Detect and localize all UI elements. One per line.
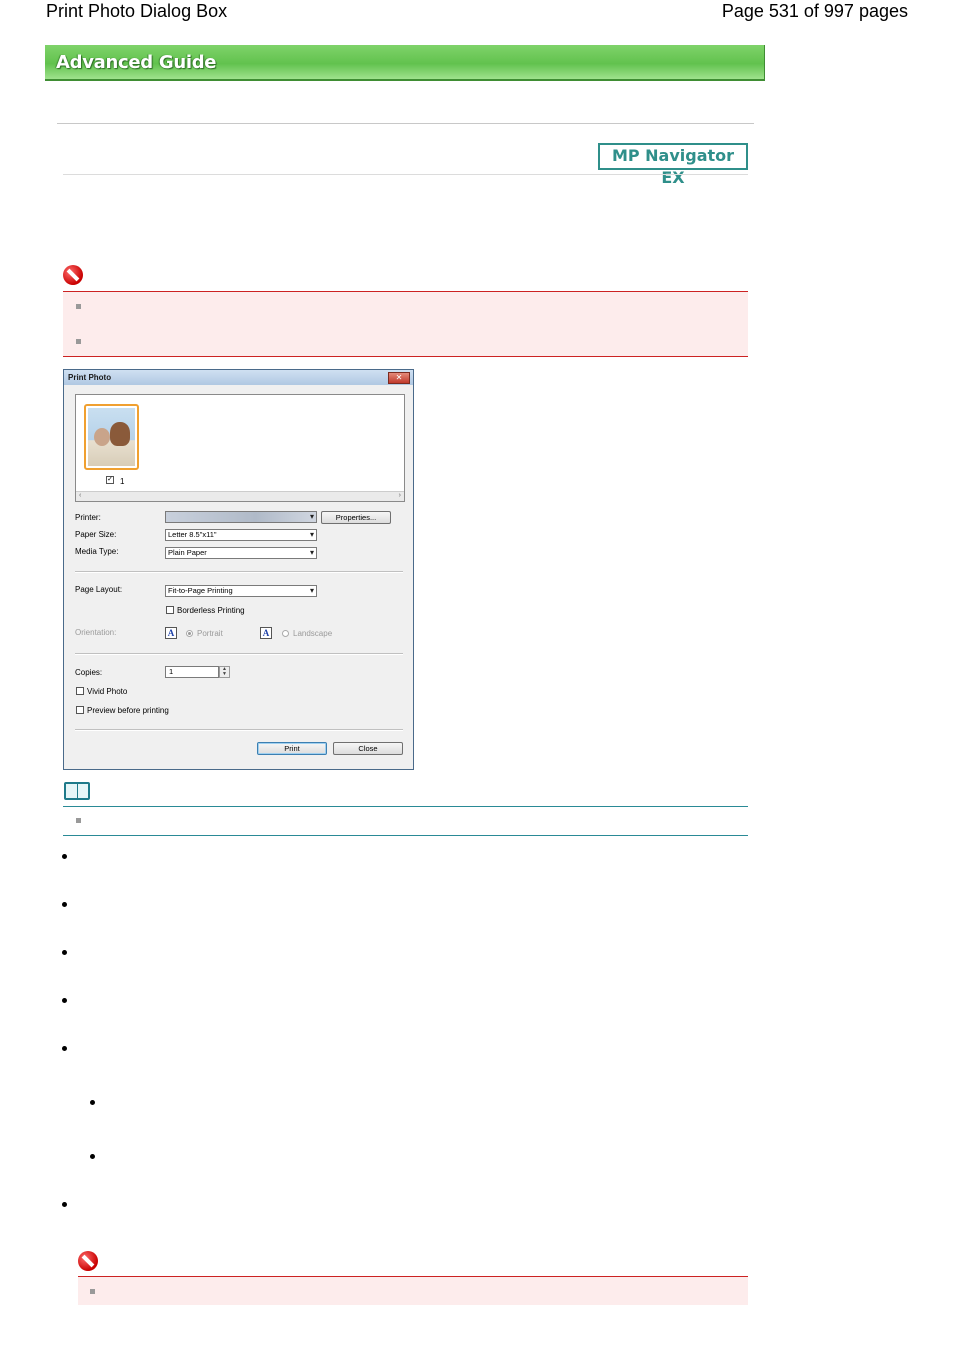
- close-button[interactable]: Close: [333, 742, 403, 755]
- divider: [57, 123, 754, 124]
- separator: [75, 653, 403, 655]
- note-icon: [64, 782, 90, 800]
- divider: [63, 174, 748, 175]
- borderless-checkbox[interactable]: [166, 606, 174, 614]
- banner-label: Advanced Guide: [56, 52, 217, 73]
- landscape-radio[interactable]: [282, 630, 289, 637]
- separator: [75, 571, 403, 573]
- bullet-square: [76, 818, 81, 823]
- page-layout-label: Page Layout:: [75, 585, 123, 594]
- landscape-icon: A: [260, 627, 272, 639]
- important-box: [63, 291, 748, 357]
- paper-size-select[interactable]: Letter 8.5"x11": [165, 529, 317, 541]
- bullet-square: [76, 339, 81, 344]
- vivid-photo-label: Vivid Photo: [87, 687, 128, 696]
- bullet-dot: [62, 854, 67, 859]
- bullet-square: [90, 1289, 95, 1294]
- dialog-title-bar: Print Photo: [64, 370, 413, 385]
- copies-stepper[interactable]: ▲ ▼: [219, 666, 230, 678]
- close-icon[interactable]: ✕: [388, 372, 410, 384]
- borderless-label: Borderless Printing: [177, 606, 245, 615]
- bullet-dot: [62, 1202, 67, 1207]
- printer-select[interactable]: [165, 511, 317, 523]
- page-counter: Page 531 of 997 pages: [721, 1, 908, 21]
- vivid-photo-checkbox[interactable]: [76, 687, 84, 695]
- print-photo-dialog: Print Photo ✕ ✓ 1 ‹ › Printer: Propertie…: [63, 369, 414, 770]
- landscape-label: Landscape: [293, 629, 333, 638]
- thumbnail-number: 1: [120, 477, 125, 486]
- properties-button[interactable]: Properties...: [321, 511, 391, 524]
- product-tag: MP Navigator EX: [598, 143, 748, 187]
- bullet-dot: [90, 1154, 95, 1159]
- document-title: Print Photo Dialog Box: [46, 1, 228, 21]
- copies-input[interactable]: 1: [165, 666, 219, 678]
- copies-label: Copies:: [75, 668, 103, 677]
- photo-image: [88, 408, 135, 466]
- bullet-dot: [62, 902, 67, 907]
- bullet-square: [76, 304, 81, 309]
- important-box: [78, 1276, 748, 1305]
- thumbnail-pane: ✓ 1 ‹ ›: [75, 394, 405, 502]
- portrait-icon: A: [165, 627, 177, 639]
- printer-label: Printer:: [75, 513, 101, 522]
- note-bottom-line: [63, 835, 748, 836]
- bullet-dot: [90, 1100, 95, 1105]
- bullet-dot: [62, 950, 67, 955]
- separator: [75, 729, 403, 731]
- portrait-radio[interactable]: [186, 630, 193, 637]
- portrait-label: Portrait: [197, 629, 223, 638]
- preview-label: Preview before printing: [87, 706, 169, 715]
- paper-size-label: Paper Size:: [75, 530, 117, 539]
- page-layout-select[interactable]: Fit-to-Page Printing: [165, 585, 317, 597]
- thumbnail-checkbox[interactable]: ✓: [106, 476, 114, 484]
- media-type-select[interactable]: Plain Paper: [165, 547, 317, 559]
- note-top-line: [63, 806, 748, 807]
- scroll-left-icon[interactable]: ‹: [79, 492, 81, 499]
- orientation-label: Orientation:: [75, 628, 117, 637]
- media-type-label: Media Type:: [75, 547, 119, 556]
- bullet-dot: [62, 1046, 67, 1051]
- print-button[interactable]: Print: [257, 742, 327, 755]
- scroll-right-icon[interactable]: ›: [399, 492, 401, 499]
- preview-checkbox[interactable]: [76, 706, 84, 714]
- photo-thumbnail[interactable]: [84, 404, 139, 470]
- advanced-guide-banner: Advanced Guide: [45, 45, 765, 81]
- dialog-title: Print Photo: [68, 373, 112, 382]
- bullet-dot: [62, 998, 67, 1003]
- important-icon: [63, 265, 83, 285]
- important-icon: [78, 1251, 98, 1271]
- horizontal-scrollbar[interactable]: ‹ ›: [76, 491, 404, 501]
